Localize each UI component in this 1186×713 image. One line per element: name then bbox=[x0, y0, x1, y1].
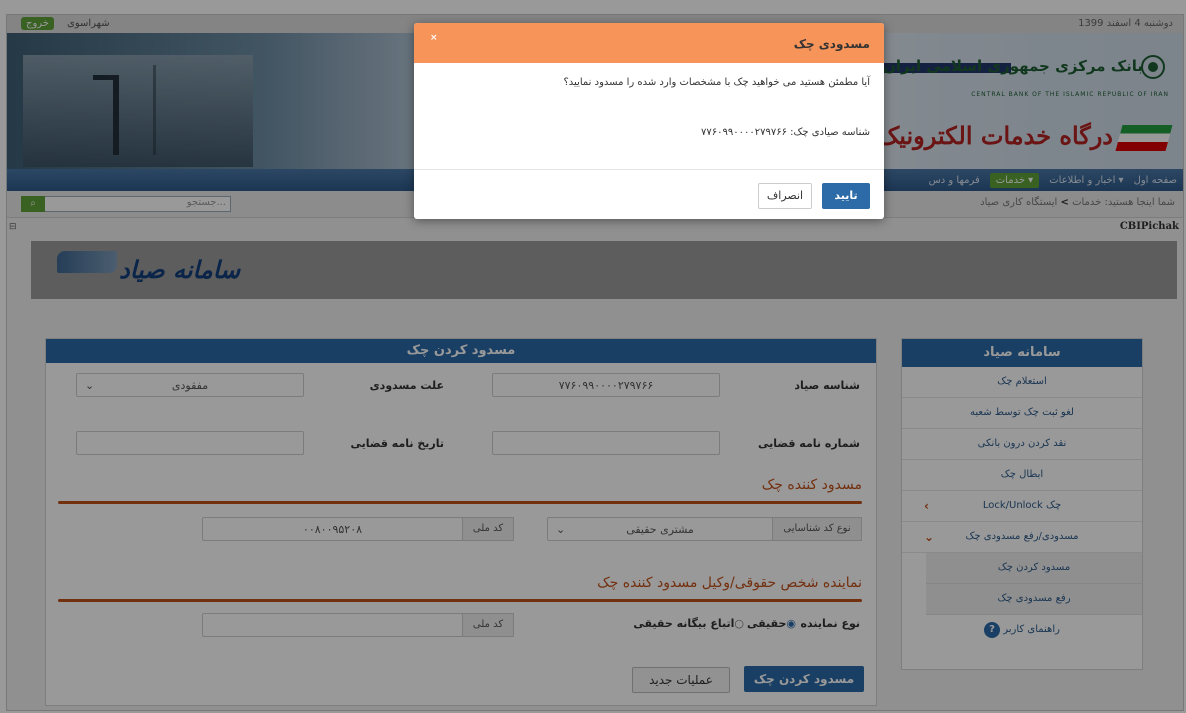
close-icon[interactable]: × bbox=[430, 33, 438, 43]
modal-title: مسدودی چک bbox=[793, 37, 870, 51]
confirm-block-modal: مسدودی چک × آیا مطمئن هستید می خواهید چک… bbox=[414, 23, 884, 219]
modal-header: مسدودی چک × bbox=[414, 23, 884, 63]
cancel-button[interactable]: انصراف bbox=[758, 183, 812, 209]
modal-message: آیا مطمئن هستید می خواهید چک با مشخصات و… bbox=[563, 77, 870, 88]
modal-sayad-id: شناسه صیادی چک: ۷۷۶۰۹۹۰۰۰۰۲۷۹۷۶۶ bbox=[701, 127, 870, 138]
confirm-button[interactable]: تایید bbox=[822, 183, 870, 209]
modal-body: آیا مطمئن هستید می خواهید چک با مشخصات و… bbox=[414, 63, 884, 170]
